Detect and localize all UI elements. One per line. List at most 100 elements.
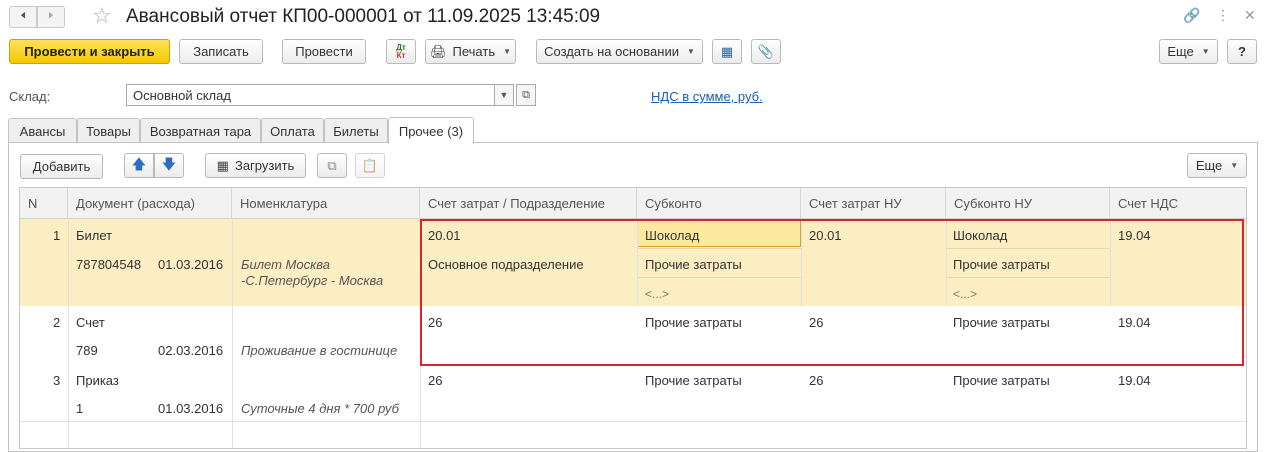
tab-tickets[interactable]: Билеты [324, 118, 388, 143]
document-type[interactable]: Билет [76, 228, 112, 243]
nomenclature-line2[interactable]: -С.Петербург - Москва [241, 273, 383, 288]
warehouse-dropdown-button[interactable]: ▼ [494, 84, 514, 106]
chevron-down-icon: ▼ [1230, 161, 1239, 170]
help-button[interactable]: ? [1227, 39, 1257, 64]
window-title: Авансовый отчет КП00-000001 от 11.09.202… [126, 6, 601, 27]
column-divider [801, 219, 802, 306]
column-divider [232, 219, 233, 448]
document-number[interactable]: 1 [76, 401, 83, 416]
expense-account-nu[interactable]: 26 [809, 315, 823, 330]
tab-goods[interactable]: Товары [77, 118, 140, 143]
document-number[interactable]: 787804548 [76, 257, 141, 272]
more-button[interactable]: Еще ▼ [1159, 39, 1218, 64]
post-button[interactable]: Провести [282, 39, 366, 64]
tab-other[interactable]: Прочее (3) [388, 117, 474, 144]
back-button[interactable]: 🢐 [9, 6, 37, 28]
vat-account[interactable]: 19.04 [1118, 315, 1151, 330]
row-number: 3 [53, 373, 61, 388]
table-row[interactable]: 2 Счет 789 02.03.2016 Проживание в гости… [20, 306, 1246, 364]
subconto-1[interactable]: Прочие затраты [645, 373, 742, 388]
forward-button[interactable]: 🢒 [37, 6, 65, 28]
document-date[interactable]: 01.03.2016 [158, 257, 223, 272]
column-header-n[interactable]: N [20, 188, 68, 219]
post-and-close-button[interactable]: Провести и закрыть [9, 39, 170, 64]
paste-button[interactable]: 📋 [355, 153, 385, 178]
warehouse-input[interactable]: Основной склад [126, 84, 514, 106]
chevron-down-icon: ▼ [503, 47, 512, 56]
link-icon[interactable]: 🔗 [1183, 7, 1200, 24]
subconto-3[interactable]: <...> [645, 287, 669, 301]
attach-button[interactable]: 📎 [751, 39, 781, 64]
document-date[interactable]: 02.03.2016 [158, 343, 223, 358]
subconto-1[interactable]: Прочие затраты [645, 315, 742, 330]
tab-payment[interactable]: Оплата [261, 118, 324, 143]
expense-account-nu[interactable]: 26 [809, 373, 823, 388]
expense-account-nu[interactable]: 20.01 [809, 228, 842, 243]
nomenclature-line1[interactable]: Проживание в гостинице [241, 343, 397, 358]
add-row-button[interactable]: Добавить [20, 154, 103, 179]
create-based-on-button[interactable]: Создать на основании ▼ [536, 39, 703, 64]
copy-button[interactable]: ⧉ [317, 153, 347, 178]
arrow-right-icon: 🢒 [48, 6, 54, 24]
warehouse-label: Склад: [9, 89, 51, 104]
dt-kt-icon: Дт Кт [396, 42, 406, 60]
document-date[interactable]: 01.03.2016 [158, 401, 223, 416]
structure-icon: ▦ [720, 43, 734, 59]
subconto-nu-1[interactable]: Прочие затраты [953, 373, 1050, 388]
vat-link[interactable]: НДС в сумме, руб. [651, 89, 763, 104]
column-divider [946, 219, 947, 306]
subconto-2[interactable]: Прочие затраты [645, 257, 742, 272]
move-up-button[interactable]: 🡅 [124, 153, 154, 178]
move-down-button[interactable]: 🡇 [154, 153, 184, 178]
subconto-1[interactable]: Шоколад [645, 228, 699, 243]
chevron-down-icon: ▼ [686, 47, 695, 56]
expenses-table[interactable]: N Документ (расхода) Номенклатура Счет з… [19, 187, 1247, 449]
subconto-nu-1[interactable]: Прочие затраты [953, 315, 1050, 330]
column-divider [1110, 219, 1111, 306]
vat-account[interactable]: 19.04 [1118, 228, 1151, 243]
chevron-down-icon: ▼ [499, 90, 509, 100]
paste-icon: 📋 [361, 157, 379, 173]
column-header-account[interactable]: Счет затрат / Подразделение [420, 188, 637, 219]
copy-icon: ⧉ [327, 157, 337, 173]
expense-account[interactable]: 26 [428, 373, 442, 388]
column-divider [637, 219, 638, 306]
more-vertical-icon[interactable]: ⋮ [1216, 7, 1230, 24]
column-header-subconto[interactable]: Субконто [637, 188, 801, 219]
column-divider [420, 219, 421, 448]
structure-button[interactable]: ▦ [712, 39, 742, 64]
nomenclature-line1[interactable]: Билет Москва [241, 257, 330, 272]
expense-account[interactable]: 26 [428, 315, 442, 330]
tab-returnable-packaging[interactable]: Возвратная тара [140, 118, 261, 143]
load-button[interactable]: ▦ Загрузить [205, 153, 306, 178]
document-type[interactable]: Приказ [76, 373, 119, 388]
close-icon[interactable]: ✕ [1244, 7, 1256, 24]
panel-more-button[interactable]: Еще ▼ [1187, 153, 1247, 178]
column-header-account-nu[interactable]: Счет затрат НУ [801, 188, 946, 219]
division[interactable]: Основное подразделение [428, 257, 584, 272]
table-row[interactable]: 1 Билет 787804548 01.03.2016 Билет Москв… [20, 219, 1246, 306]
table-row[interactable]: 3 Приказ 1 01.03.2016 Суточные 4 дня * 7… [20, 364, 1246, 422]
vat-account[interactable]: 19.04 [1118, 373, 1151, 388]
document-type[interactable]: Счет [76, 315, 105, 330]
column-header-subconto-nu[interactable]: Субконто НУ [946, 188, 1110, 219]
column-divider [68, 219, 69, 448]
document-number[interactable]: 789 [76, 343, 98, 358]
tab-advances[interactable]: Авансы [8, 118, 77, 143]
subconto-nu-1[interactable]: Шоколад [953, 228, 1007, 243]
warehouse-open-button[interactable]: ⧉ [516, 84, 536, 106]
dt-kt-button[interactable]: Дт Кт [386, 39, 416, 64]
subconto-nu-3[interactable]: <...> [953, 287, 977, 301]
subconto-nu-2[interactable]: Прочие затраты [953, 257, 1050, 272]
column-header-vat-account[interactable]: Счет НДС [1110, 188, 1246, 219]
arrow-up-icon: 🡅 [131, 155, 147, 172]
favorite-star-icon[interactable]: ☆ [92, 3, 112, 29]
save-button[interactable]: Записать [179, 39, 263, 64]
column-header-document[interactable]: Документ (расхода) [68, 188, 232, 219]
chevron-down-icon: ▼ [1201, 47, 1210, 56]
print-button[interactable]: 🖨 Печать ▼ [425, 39, 516, 64]
column-header-nomenclature[interactable]: Номенклатура [232, 188, 420, 219]
expense-account[interactable]: 20.01 [428, 228, 461, 243]
qr-code-icon: ▦ [216, 157, 229, 173]
nomenclature-line1[interactable]: Суточные 4 дня * 700 руб [241, 401, 399, 416]
